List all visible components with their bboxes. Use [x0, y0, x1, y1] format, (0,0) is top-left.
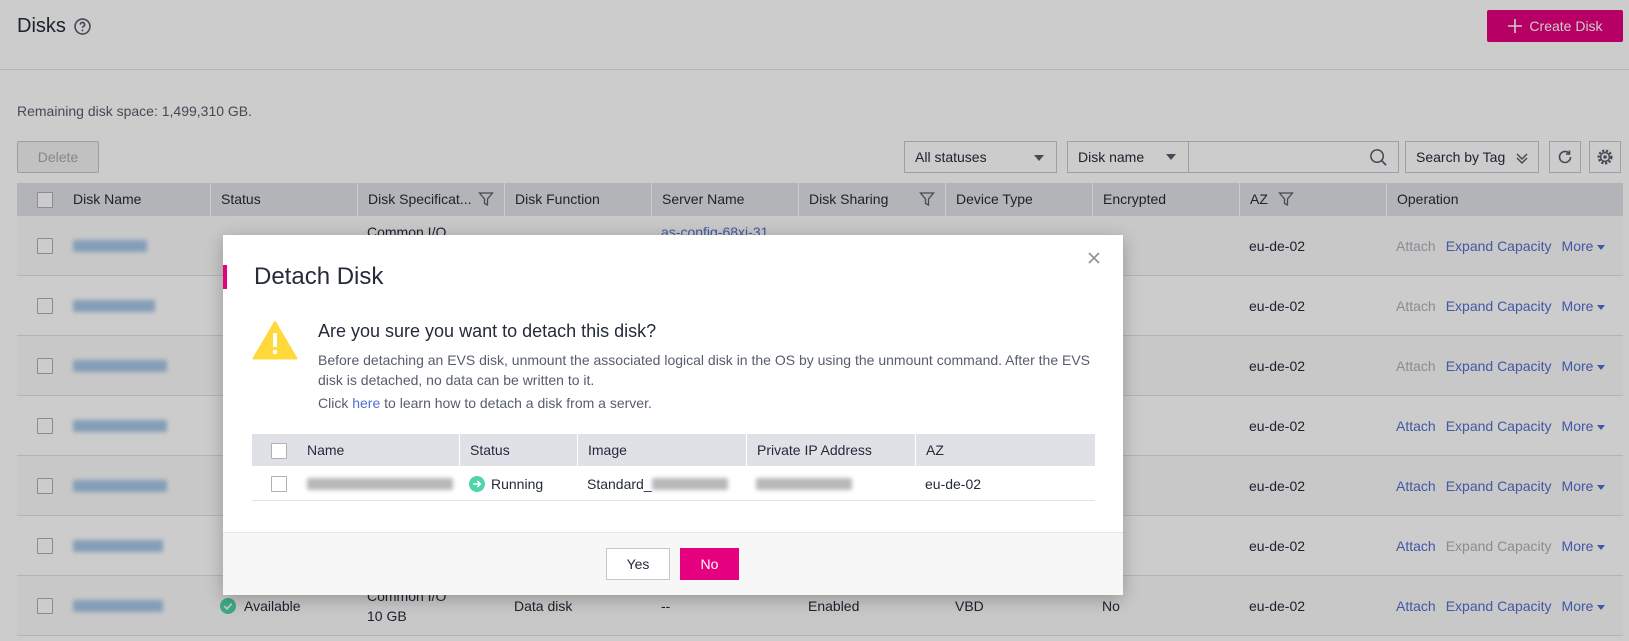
- help-suffix: to learn how to detach a disk from a ser…: [380, 395, 652, 411]
- server-image: Standard_: [577, 466, 728, 501]
- col-az: AZ: [915, 434, 1095, 466]
- server-az: eu-de-02: [925, 475, 982, 492]
- col-status: Status: [459, 434, 577, 466]
- server-status-text: Running: [491, 475, 544, 492]
- servers-table: Name Status Image Private IP Address AZ …: [252, 434, 1095, 501]
- detach-disk-dialog: Detach Disk Are you sure you want to det…: [223, 235, 1123, 595]
- no-button[interactable]: No: [680, 548, 739, 580]
- server-name: [297, 466, 453, 501]
- server-status: Running: [459, 466, 543, 501]
- yes-button[interactable]: Yes: [606, 548, 670, 580]
- warning-icon: [252, 321, 298, 360]
- col-name: Name: [307, 442, 345, 458]
- table-row: Running Standard_ eu-de-02: [252, 466, 1095, 501]
- help-sentence: Click here to learn how to detach a disk…: [318, 395, 652, 411]
- title-accent-bar: [223, 265, 227, 289]
- server-row-checkbox[interactable]: [271, 476, 287, 492]
- server-private-ip: [746, 466, 852, 501]
- server-image-prefix: Standard_: [587, 475, 652, 492]
- dialog-footer: Yes No: [223, 532, 1123, 595]
- dialog-title: Detach Disk: [254, 263, 384, 290]
- select-all-servers-checkbox[interactable]: [271, 443, 287, 459]
- dialog-question: Are you sure you want to detach this dis…: [318, 321, 657, 341]
- help-prefix: Click: [318, 395, 353, 411]
- help-link[interactable]: here: [352, 395, 380, 411]
- dialog-description: Before detaching an EVS disk, unmount th…: [318, 352, 1091, 388]
- col-image: Image: [577, 434, 746, 466]
- close-icon[interactable]: [1087, 251, 1101, 265]
- servers-table-header: Name Status Image Private IP Address AZ: [252, 434, 1095, 466]
- col-private-ip: Private IP Address: [746, 434, 915, 466]
- running-arrow-icon: [469, 475, 485, 492]
